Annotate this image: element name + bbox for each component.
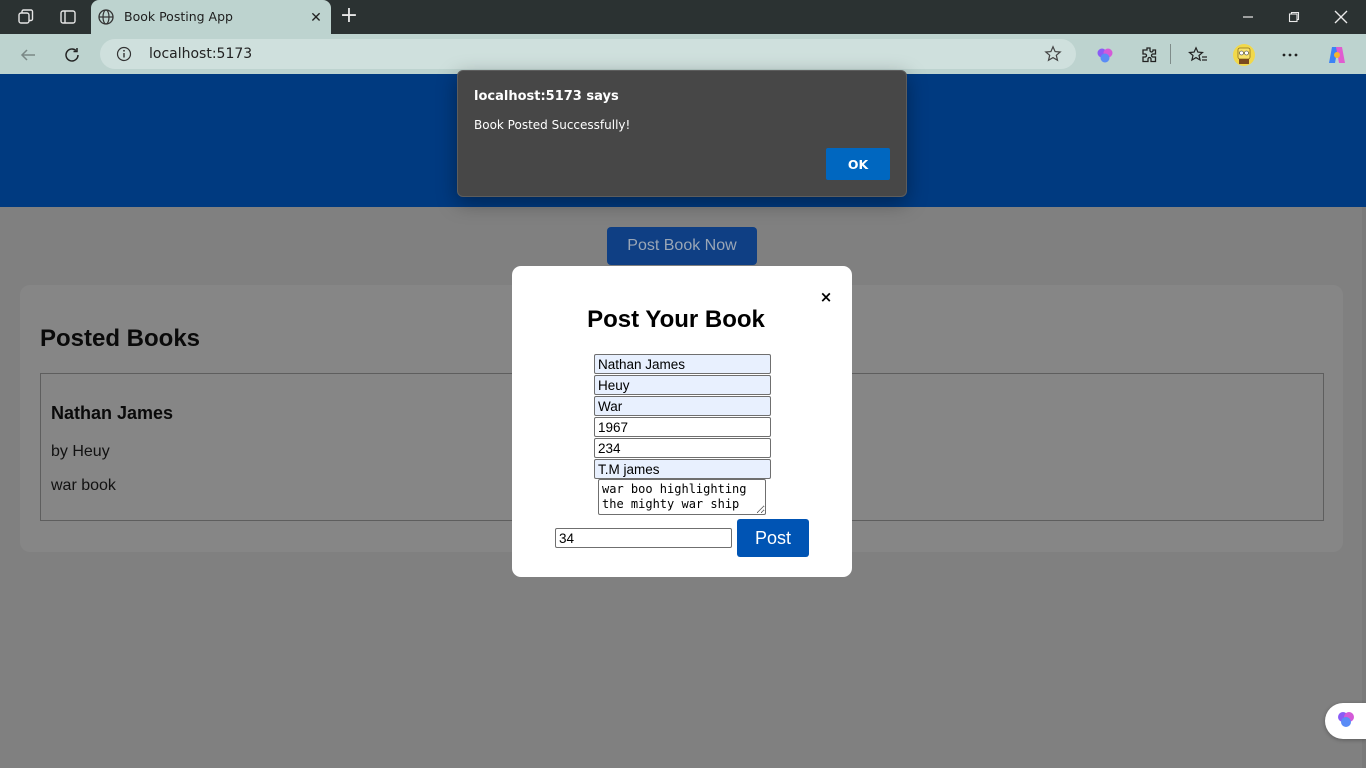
copilot-icon[interactable]: [1324, 42, 1350, 68]
modal-close-icon[interactable]: ×: [818, 288, 834, 306]
profile-avatar-icon[interactable]: [1231, 42, 1257, 68]
book-price-input[interactable]: [555, 528, 732, 548]
tab-close-icon[interactable]: ✕: [307, 8, 325, 26]
page-scrollbar[interactable]: [1362, 207, 1366, 768]
reload-icon[interactable]: [59, 42, 85, 68]
workspaces-icon[interactable]: [14, 5, 38, 29]
copilot-brain-icon[interactable]: [1092, 42, 1118, 68]
book-description-textarea[interactable]: war boo highlighting the mighty war ship: [598, 479, 766, 515]
alert-ok-button[interactable]: OK: [826, 148, 890, 180]
favorites-icon[interactable]: [1185, 42, 1211, 68]
browser-navbar: localhost:5173: [0, 34, 1366, 74]
info-icon[interactable]: [116, 46, 132, 62]
copilot-brain-icon: [1335, 708, 1357, 735]
post-book-now-button[interactable]: Post Book Now: [607, 227, 757, 265]
alert-message: Book Posted Successfully!: [474, 118, 631, 132]
book-author-input[interactable]: [594, 375, 771, 395]
close-window-icon[interactable]: [1318, 4, 1364, 30]
restore-icon[interactable]: [1271, 4, 1317, 30]
browser-tab-active[interactable]: Book Posting App ✕: [91, 0, 331, 34]
alert-heading: localhost:5173 says: [474, 89, 619, 104]
book-description: war book: [51, 477, 116, 494]
book-publisher-input[interactable]: [594, 459, 771, 479]
book-year-input[interactable]: [594, 417, 771, 437]
globe-icon: [97, 8, 115, 26]
tab-actions-icon[interactable]: [56, 5, 80, 29]
minimize-icon[interactable]: [1225, 4, 1271, 30]
back-icon[interactable]: [15, 42, 41, 68]
toolbar-separator: [1170, 44, 1171, 64]
more-icon[interactable]: [1277, 42, 1303, 68]
tab-title: Book Posting App: [124, 9, 233, 24]
book-genre-input[interactable]: [594, 396, 771, 416]
favorite-star-icon[interactable]: [1044, 45, 1062, 63]
book-title-input[interactable]: [594, 354, 771, 374]
address-text: localhost:5173: [149, 46, 253, 62]
modal-title: Post Your Book: [587, 306, 765, 333]
extensions-icon[interactable]: [1136, 42, 1162, 68]
book-pages-input[interactable]: [594, 438, 771, 458]
alert-dialog: localhost:5173 says Book Posted Successf…: [457, 70, 907, 197]
address-bar[interactable]: localhost:5173: [100, 39, 1076, 69]
floating-copilot-button[interactable]: [1325, 703, 1366, 739]
new-tab-button[interactable]: +: [338, 5, 360, 27]
book-author: by Heuy: [51, 443, 110, 460]
post-submit-button[interactable]: Post: [737, 519, 809, 557]
post-book-modal: × Post Your Book war boo highlighting th…: [512, 266, 852, 577]
browser-titlebar: Book Posting App ✕ +: [0, 0, 1366, 34]
book-title: Nathan James: [51, 403, 174, 423]
posted-books-heading: Posted Books: [40, 325, 201, 352]
